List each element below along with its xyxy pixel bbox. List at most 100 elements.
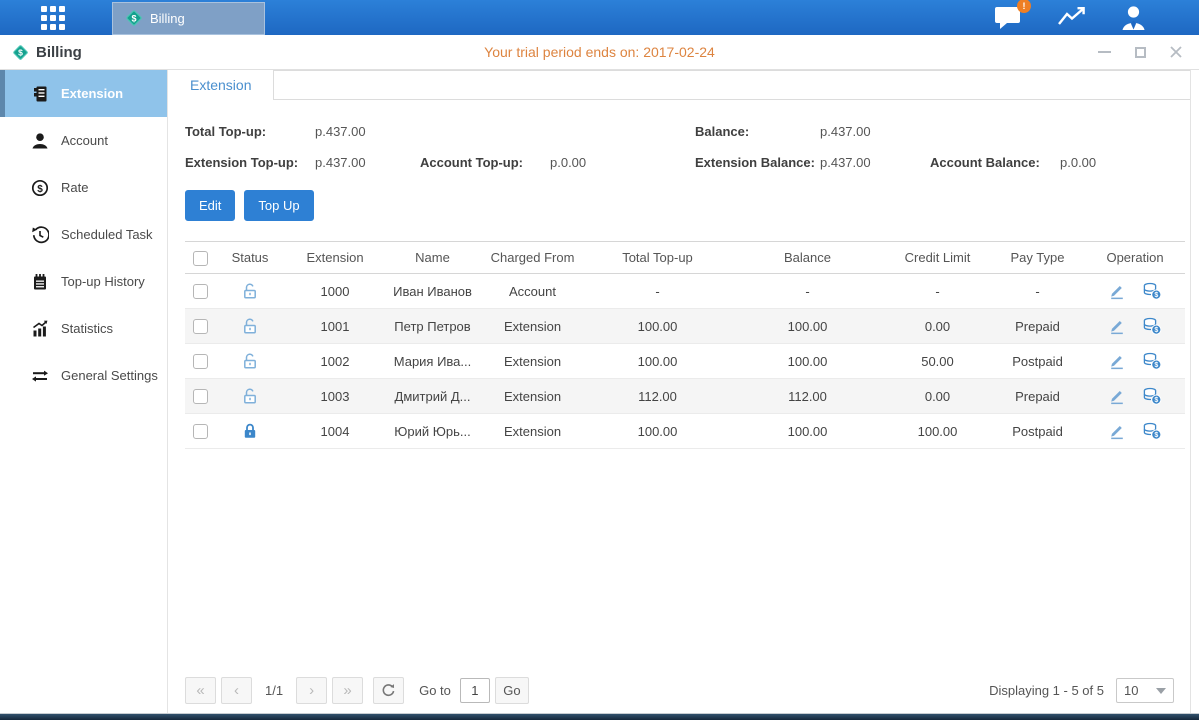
cell-credit-limit: 50.00 — [885, 354, 990, 369]
refresh-button[interactable] — [373, 677, 404, 704]
app-menu-grid-icon[interactable] — [38, 3, 68, 33]
cell-name: Иван Иванов — [385, 284, 480, 299]
select-all-checkbox[interactable] — [193, 251, 208, 266]
top-up-coins-icon[interactable]: $ — [1142, 387, 1162, 405]
col-header-name: Name — [385, 250, 480, 265]
cell-total-topup: 100.00 — [585, 354, 730, 369]
svg-text:$: $ — [18, 47, 23, 57]
row-checkbox[interactable] — [193, 284, 208, 299]
notepad-icon — [30, 273, 49, 291]
col-header-pay-type: Pay Type — [990, 250, 1085, 265]
top-up-coins-icon[interactable]: $ — [1142, 282, 1162, 300]
extension-table: Status Extension Name Charged From Total… — [185, 241, 1185, 449]
cell-pay-type: Prepaid — [990, 389, 1085, 404]
pagination-bar: « ‹ 1/1 › » Go to Go Displaying 1 - 5 of… — [185, 677, 1174, 704]
cell-pay-type: Postpaid — [990, 354, 1085, 369]
tab-strip-filler — [274, 70, 1190, 100]
statistics-chart-icon[interactable] — [1056, 5, 1087, 30]
account-balance-value: p.0.00 — [1060, 155, 1190, 170]
account-topup-value: p.0.00 — [550, 155, 695, 170]
maximize-icon[interactable] — [1133, 45, 1147, 59]
notification-badge: ! — [1017, 0, 1031, 13]
balance-value: p.437.00 — [820, 124, 930, 139]
svg-text:$: $ — [131, 13, 136, 23]
extension-balance-value: p.437.00 — [820, 155, 930, 170]
svg-text:$: $ — [37, 184, 43, 195]
cell-balance: 100.00 — [730, 319, 885, 334]
col-header-status: Status — [215, 250, 285, 265]
sidebar-item-scheduled-task[interactable]: Scheduled Task — [0, 211, 167, 258]
edit-pencil-icon[interactable] — [1108, 422, 1126, 440]
window-title: Billing — [36, 44, 82, 61]
last-page-button[interactable]: » — [332, 677, 363, 704]
billing-app-icon: $ — [125, 9, 143, 27]
cell-credit-limit: - — [885, 284, 990, 299]
row-checkbox[interactable] — [193, 424, 208, 439]
minimize-icon[interactable] — [1097, 45, 1111, 59]
prev-page-button[interactable]: ‹ — [221, 677, 252, 704]
balance-label: Balance: — [695, 124, 820, 139]
unlocked-icon — [242, 387, 258, 402]
sidebar-item-label: Rate — [61, 180, 88, 195]
row-checkbox[interactable] — [193, 389, 208, 404]
edit-pencil-icon[interactable] — [1108, 282, 1126, 300]
edit-pencil-icon[interactable] — [1108, 387, 1126, 405]
row-checkbox[interactable] — [193, 319, 208, 334]
cell-name: Мария Ива... — [385, 354, 480, 369]
page-size-select[interactable]: 10 — [1116, 678, 1174, 703]
cell-total-topup: 100.00 — [585, 424, 730, 439]
cell-pay-type: Prepaid — [990, 319, 1085, 334]
billing-app-icon: $ — [12, 44, 29, 61]
sidebar-item-label: Scheduled Task — [61, 227, 153, 242]
top-up-coins-icon[interactable]: $ — [1142, 422, 1162, 440]
next-page-button[interactable]: › — [296, 677, 327, 704]
svg-text:$: $ — [1154, 362, 1158, 369]
desktop-taskbar-edge — [0, 713, 1199, 720]
tab-strip: Extension — [168, 70, 1190, 100]
notifications-chat-icon[interactable]: ! — [993, 5, 1023, 30]
top-up-coins-icon[interactable]: $ — [1142, 352, 1162, 370]
top-up-button[interactable]: Top Up — [244, 190, 313, 221]
svg-text:$: $ — [1154, 292, 1158, 299]
unlocked-icon — [242, 352, 258, 367]
sidebar-item-top-up-history[interactable]: Top-up History — [0, 258, 167, 305]
sidebar-item-label: Extension — [61, 86, 123, 101]
table-row: 1000 Иван Иванов Account - - - - $ — [185, 274, 1185, 309]
row-checkbox[interactable] — [193, 354, 208, 369]
tab-extension[interactable]: Extension — [168, 70, 274, 100]
sidebar-item-general-settings[interactable]: General Settings — [0, 352, 167, 399]
sidebar-item-label: Statistics — [61, 321, 113, 336]
col-header-extension: Extension — [285, 250, 385, 265]
cell-charged-from: Account — [480, 284, 585, 299]
sidebar-item-extension[interactable]: Extension — [0, 70, 167, 117]
close-icon[interactable] — [1169, 45, 1183, 59]
cell-credit-limit: 0.00 — [885, 389, 990, 404]
top-up-coins-icon[interactable]: $ — [1142, 317, 1162, 335]
account-balance-label: Account Balance: — [930, 155, 1060, 170]
account-topup-label: Account Top-up: — [420, 155, 550, 170]
edit-button[interactable]: Edit — [185, 190, 235, 221]
edit-pencil-icon[interactable] — [1108, 317, 1126, 335]
edit-pencil-icon[interactable] — [1108, 352, 1126, 370]
cell-credit-limit: 100.00 — [885, 424, 990, 439]
go-button[interactable]: Go — [495, 677, 529, 704]
sidebar-item-statistics[interactable]: Statistics — [0, 305, 167, 352]
billing-summary: Total Top-up: p.437.00 Balance: p.437.00… — [185, 116, 1190, 178]
trial-notice: Your trial period ends on: 2017-02-24 — [484, 44, 715, 60]
user-account-icon[interactable] — [1120, 4, 1147, 31]
col-header-total-topup: Total Top-up — [585, 250, 730, 265]
sidebar-item-account[interactable]: Account — [0, 117, 167, 164]
sidebar-item-rate[interactable]: $ Rate — [0, 164, 167, 211]
content-panel: Extension Total Top-up: p.437.00 Balance… — [168, 70, 1191, 713]
cell-name: Юрий Юрь... — [385, 424, 480, 439]
sidebar: Extension Account $ Rate Scheduled Task … — [0, 70, 168, 713]
table-row: 1002 Мария Ива... Extension 100.00 100.0… — [185, 344, 1185, 379]
go-to-page-input[interactable] — [460, 678, 490, 703]
arrows-icon — [30, 367, 49, 385]
cell-extension: 1003 — [285, 389, 385, 404]
extension-balance-label: Extension Balance: — [695, 155, 820, 170]
bar-chart-icon — [30, 320, 49, 338]
col-header-balance: Balance — [730, 250, 885, 265]
first-page-button[interactable]: « — [185, 677, 216, 704]
taskbar-tab-billing[interactable]: $ Billing — [112, 2, 265, 35]
